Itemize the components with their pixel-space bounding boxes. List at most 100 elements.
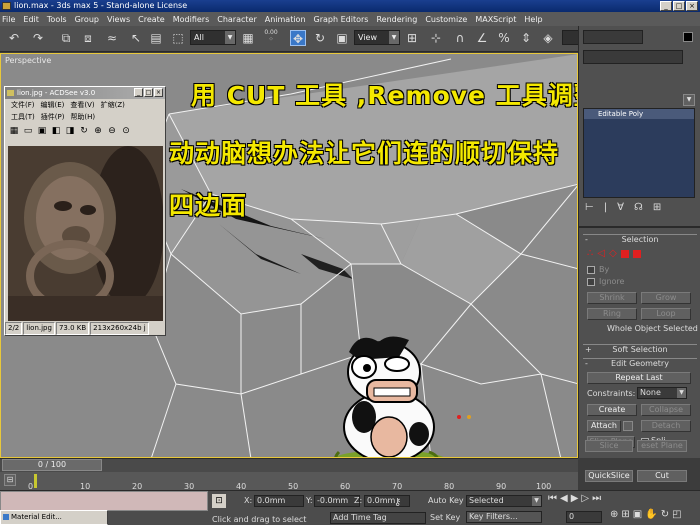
menu-help[interactable]: Help: [524, 15, 542, 24]
border-icon[interactable]: ◇: [609, 248, 617, 259]
show-end-result-icon[interactable]: |: [604, 202, 607, 213]
next-image-icon[interactable]: ◨: [64, 125, 76, 137]
create-button[interactable]: Create: [587, 404, 637, 416]
stack-item-editable-poly[interactable]: Editable Poly: [584, 109, 694, 119]
repeat-last-button[interactable]: Repeat Last: [587, 372, 691, 384]
menu-create[interactable]: Create: [138, 15, 165, 24]
previous-frame-icon[interactable]: ◀: [560, 493, 568, 504]
key-filters-button[interactable]: Key Filters...: [466, 511, 542, 523]
close-icon[interactable]: ×: [154, 88, 163, 97]
maximize-icon[interactable]: □: [144, 88, 153, 97]
move-icon[interactable]: ✥: [290, 30, 306, 46]
snap-icon[interactable]: ∩: [452, 30, 468, 46]
percent-snap-icon[interactable]: %: [496, 30, 512, 46]
taskbar-material-editor[interactable]: Material Edit...: [0, 510, 108, 525]
set-key-button[interactable]: Set Key: [430, 513, 460, 522]
menu-rendering[interactable]: Rendering: [376, 15, 417, 24]
add-time-tag-button[interactable]: Add Time Tag: [330, 512, 426, 524]
lock-selection-icon[interactable]: ⊡: [212, 494, 226, 508]
modifier-stack[interactable]: Editable Poly: [583, 108, 695, 198]
select-object-icon[interactable]: ↖: [128, 30, 144, 46]
named-selection-icon[interactable]: ◈: [540, 30, 556, 46]
z-coordinate-field[interactable]: 0.0mm: [364, 495, 410, 507]
edge-icon[interactable]: ◁: [597, 248, 605, 259]
attach-button[interactable]: Attach: [587, 420, 621, 432]
polygon-icon[interactable]: [620, 250, 629, 258]
acdsee-menu-zoom[interactable]: 扩缩(Z): [101, 99, 125, 111]
menu-modifiers[interactable]: Modifiers: [173, 15, 210, 24]
select-by-name-icon[interactable]: ▤: [148, 30, 164, 46]
zoom-out-icon[interactable]: ⊖: [106, 125, 118, 137]
redo-icon[interactable]: ↷: [30, 30, 46, 46]
rotate-icon[interactable]: ↻: [312, 30, 328, 46]
acdsee-menu-file[interactable]: 文件(F): [11, 99, 35, 111]
browse-icon[interactable]: ▦: [8, 125, 20, 137]
menu-group[interactable]: Group: [75, 15, 99, 24]
vertex-icon[interactable]: ∴: [587, 248, 593, 259]
reset-plane-button[interactable]: eset Plane: [637, 440, 687, 452]
close-icon[interactable]: ×: [686, 1, 698, 11]
detach-button[interactable]: Detach: [641, 420, 691, 432]
select-region-icon[interactable]: ▦: [240, 30, 256, 46]
menu-edit[interactable]: Edit: [23, 15, 39, 24]
angle-snap-icon[interactable]: ∠: [474, 30, 490, 46]
ring-button[interactable]: Ring: [587, 308, 637, 320]
grow-button[interactable]: Grow: [641, 292, 691, 304]
select-link-icon[interactable]: ⧉: [58, 30, 74, 46]
pin-stack-icon[interactable]: ⊢: [585, 202, 594, 213]
acdsee-menu-edit[interactable]: 编辑(E): [41, 99, 65, 111]
key-mode-dropdown[interactable]: Selected ▼: [466, 495, 542, 507]
menu-file[interactable]: File: [2, 15, 15, 24]
acdsee-window[interactable]: lion.jpg - ACDSee v3.0 _ □ × 文件(F) 编辑(E)…: [4, 86, 166, 336]
cut-button[interactable]: Cut: [637, 470, 687, 482]
menu-graph-editors[interactable]: Graph Editors: [314, 15, 369, 24]
chevron-down-icon[interactable]: ▼: [683, 94, 695, 106]
loop-button[interactable]: Loop: [641, 308, 691, 320]
auto-key-button[interactable]: Auto Key: [428, 496, 464, 505]
x-coordinate-field[interactable]: 0.0mm: [254, 495, 304, 507]
acdsee-menu-view[interactable]: 查看(V): [70, 99, 94, 111]
menu-tools[interactable]: Tools: [47, 15, 67, 24]
ignore-backfacing-checkbox[interactable]: [587, 278, 595, 286]
refresh-icon[interactable]: ↻: [78, 125, 90, 137]
edit-geometry-rollout-header[interactable]: - Edit Geometry: [583, 358, 697, 368]
acdsee-menu-plugins[interactable]: 插件(P): [41, 111, 65, 123]
collapse-button[interactable]: Collapse: [641, 404, 691, 416]
configure-modifier-icon[interactable]: ⊞: [653, 202, 661, 213]
go-to-start-icon[interactable]: ⏮: [548, 493, 557, 504]
minimize-icon[interactable]: _: [134, 88, 143, 97]
select-manipulate-icon[interactable]: ⊹: [428, 30, 444, 46]
slice-button[interactable]: Slice: [585, 440, 633, 452]
quickslice-button[interactable]: QuickSlice: [585, 470, 633, 482]
current-frame-field[interactable]: 0: [566, 511, 602, 523]
acdsee-menu-tools[interactable]: 工具(T): [11, 111, 35, 123]
play-icon[interactable]: ▶: [571, 493, 579, 504]
rect-selection-icon[interactable]: ⬚: [170, 30, 186, 46]
prev-image-icon[interactable]: ◧: [50, 125, 62, 137]
make-unique-icon[interactable]: ∀: [617, 202, 624, 213]
spinner-snap-icon[interactable]: ⇕: [518, 30, 534, 46]
shrink-button[interactable]: Shrink: [587, 292, 637, 304]
go-to-end-icon[interactable]: ⏭: [592, 493, 601, 504]
pivot-center-icon[interactable]: ⊞: [404, 30, 420, 46]
zoom-in-icon[interactable]: ⊕: [92, 125, 104, 137]
acdsee-title-bar[interactable]: lion.jpg - ACDSee v3.0 _ □ ×: [5, 87, 165, 99]
minimize-icon[interactable]: _: [660, 1, 672, 11]
time-slider[interactable]: 0 / 100: [2, 459, 102, 471]
acdsee-menu-help[interactable]: 帮助(H): [70, 111, 95, 123]
arc-rotate-icon[interactable]: ↻: [661, 509, 669, 520]
scale-icon[interactable]: ▣: [334, 30, 350, 46]
element-icon[interactable]: [632, 250, 641, 258]
zoom-extents-icon[interactable]: ▣: [633, 509, 642, 520]
modifier-list-dropdown[interactable]: [583, 50, 683, 64]
object-name-field[interactable]: [583, 30, 643, 44]
remove-modifier-icon[interactable]: ☊: [634, 202, 643, 213]
menu-customize[interactable]: Customize: [425, 15, 467, 24]
viewport-label[interactable]: Perspective: [5, 56, 51, 65]
spinner-snap[interactable]: 0.00 ⁘: [262, 29, 280, 47]
menu-maxscript[interactable]: MAXScript: [475, 15, 516, 24]
fullscreen-icon[interactable]: ▣: [36, 125, 48, 137]
zoom-fit-icon[interactable]: ⊙: [120, 125, 132, 137]
pan-icon[interactable]: ✋: [645, 509, 657, 520]
reference-coord-dropdown[interactable]: View ▼: [354, 30, 400, 45]
